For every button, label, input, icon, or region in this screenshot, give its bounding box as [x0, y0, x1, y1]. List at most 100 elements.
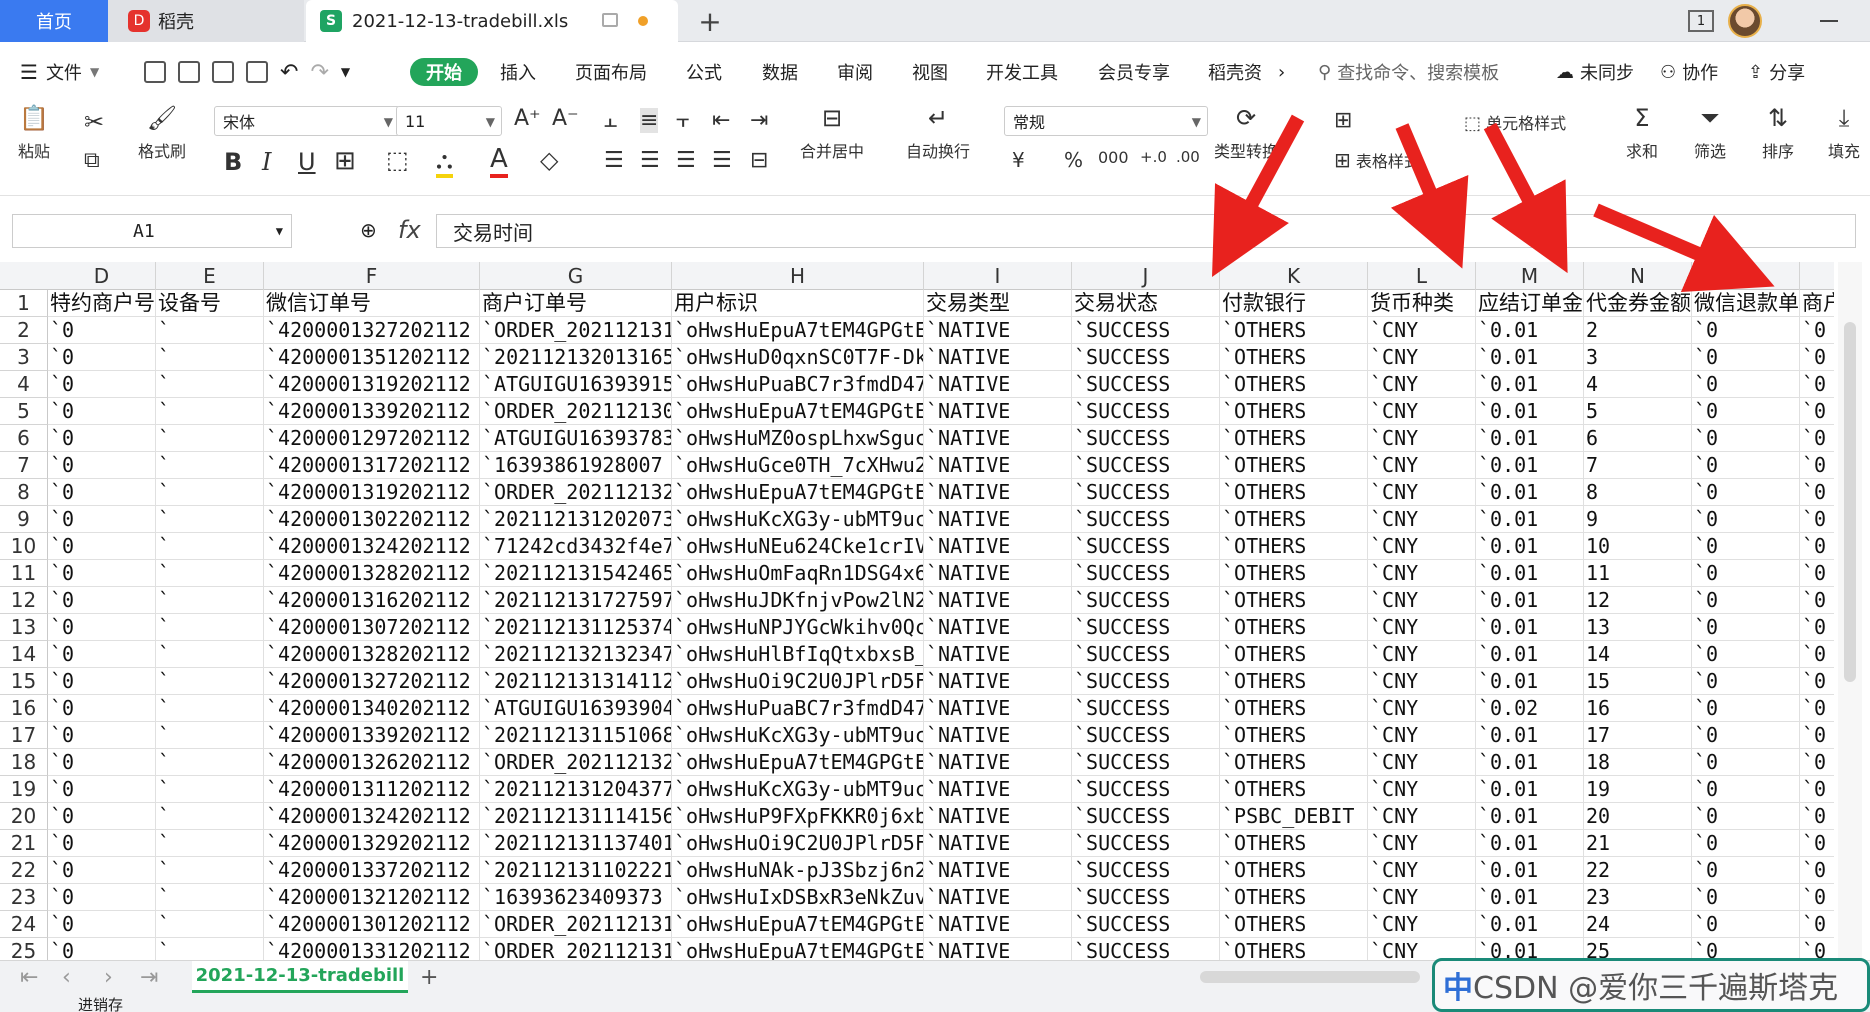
cell-n[interactable]: 13	[1584, 614, 1692, 641]
font-size-select[interactable]: 11 ▼	[396, 106, 502, 136]
italic-button[interactable]: I	[262, 148, 271, 176]
cell-j[interactable]: `SUCCESS	[1072, 641, 1220, 668]
percent-button[interactable]: %	[1064, 148, 1083, 172]
cell-p[interactable]: `0	[1800, 911, 1834, 938]
merge-center-button[interactable]: ⊟ 合并居中	[800, 106, 864, 162]
cell-i[interactable]: `NATIVE	[924, 560, 1072, 587]
cell-o[interactable]: `0	[1692, 857, 1800, 884]
increase-font-icon[interactable]: A⁺	[514, 106, 541, 131]
cell-d[interactable]: `0	[48, 884, 156, 911]
new-tab-button[interactable]: +	[692, 0, 728, 42]
increase-decimal-button[interactable]: +.0	[1140, 148, 1167, 166]
cell-m[interactable]: `0.01	[1476, 884, 1584, 911]
cell-g[interactable]: `ORDER_202112130	[480, 398, 672, 425]
cell-d[interactable]: `0	[48, 776, 156, 803]
cell-i[interactable]: `NATIVE	[924, 479, 1072, 506]
cell-e[interactable]: `	[156, 452, 264, 479]
row-header[interactable]: 21	[0, 830, 48, 857]
cell-o[interactable]: `0	[1692, 668, 1800, 695]
export-icon[interactable]	[178, 61, 200, 83]
cell-h[interactable]: `oHwsHuEpuA7tEM4GPGtE	[672, 479, 924, 506]
cell-i[interactable]: `NATIVE	[924, 911, 1072, 938]
cell-o[interactable]: `0	[1692, 614, 1800, 641]
cell-d[interactable]: `0	[48, 371, 156, 398]
cell-p[interactable]: `0	[1800, 398, 1834, 425]
cell-f[interactable]: `4200001301202112	[264, 911, 480, 938]
cell-k[interactable]: `OTHERS	[1220, 371, 1368, 398]
file-menu[interactable]: ☰ 文件 ▼	[20, 58, 99, 86]
cell-o[interactable]: `0	[1692, 641, 1800, 668]
cell-g[interactable]: `71242cd3432f4e7	[480, 533, 672, 560]
type-convert-button[interactable]: ⟳ 类型转换	[1214, 106, 1278, 162]
filter-button[interactable]: ⏷ 筛选	[1694, 106, 1726, 162]
cell-p[interactable]: `0	[1800, 830, 1834, 857]
cell-n[interactable]: 11	[1584, 560, 1692, 587]
cell-e[interactable]: `	[156, 560, 264, 587]
cell-p[interactable]: `0	[1800, 344, 1834, 371]
cell-j[interactable]: `SUCCESS	[1072, 533, 1220, 560]
cell-k[interactable]: `OTHERS	[1220, 911, 1368, 938]
cell-j[interactable]: `SUCCESS	[1072, 344, 1220, 371]
indent-decrease-icon[interactable]: ⇤	[712, 108, 730, 133]
cell-j[interactable]: `SUCCESS	[1072, 695, 1220, 722]
cell-e[interactable]: `	[156, 938, 264, 962]
cell-p[interactable]: `0	[1800, 749, 1834, 776]
cell-e[interactable]: `	[156, 317, 264, 344]
cell-o[interactable]: `0	[1692, 803, 1800, 830]
cell-o[interactable]: `0	[1692, 344, 1800, 371]
cell-f[interactable]: `4200001324202112	[264, 533, 480, 560]
cell-p[interactable]: `0	[1800, 560, 1834, 587]
cell-p[interactable]: `0	[1800, 587, 1834, 614]
cell-d[interactable]: `0	[48, 803, 156, 830]
cell-o[interactable]: `0	[1692, 830, 1800, 857]
indent-increase-icon[interactable]: ⇥	[750, 108, 768, 133]
column-header[interactable]: G	[480, 262, 672, 290]
cell-k[interactable]: `PSBC_DEBIT	[1220, 803, 1368, 830]
row-header[interactable]: 2	[0, 317, 48, 344]
undo-icon[interactable]: ↶	[280, 60, 298, 85]
conditional-format-icon[interactable]: ⊞	[1334, 108, 1352, 133]
cell-f[interactable]: `4200001297202112	[264, 425, 480, 452]
cell-l[interactable]: `CNY	[1368, 344, 1476, 371]
redo-icon[interactable]: ↷	[310, 60, 328, 85]
cell-l[interactable]: `CNY	[1368, 830, 1476, 857]
cell-l[interactable]: `CNY	[1368, 479, 1476, 506]
cell-h[interactable]: `oHwsHuIxDSBxR3eNkZuv	[672, 884, 924, 911]
cell-o[interactable]: `0	[1692, 317, 1800, 344]
row-header[interactable]: 1	[0, 290, 48, 317]
avatar[interactable]	[1728, 4, 1762, 38]
align-center-icon[interactable]: ☰	[640, 148, 660, 173]
cell-i[interactable]: `NATIVE	[924, 830, 1072, 857]
tab-home[interactable]: 首页	[0, 0, 108, 42]
border-icon[interactable]: ⊞	[334, 146, 356, 176]
cell-k[interactable]: `OTHERS	[1220, 884, 1368, 911]
copy-icon[interactable]: ⧉	[84, 148, 100, 173]
cell-p[interactable]: `0	[1800, 479, 1834, 506]
column-header[interactable]: H	[672, 262, 924, 290]
cell-j[interactable]: `SUCCESS	[1072, 317, 1220, 344]
cell-h[interactable]: `oHwsHuOi9C2U0JPlrD5F	[672, 668, 924, 695]
cell-i[interactable]: `NATIVE	[924, 776, 1072, 803]
cell-i[interactable]: `NATIVE	[924, 668, 1072, 695]
cell-p[interactable]: `0	[1800, 722, 1834, 749]
row-header[interactable]: 13	[0, 614, 48, 641]
cell-k[interactable]: `OTHERS	[1220, 776, 1368, 803]
cell-n[interactable]: 18	[1584, 749, 1692, 776]
cell-e[interactable]: `	[156, 776, 264, 803]
prev-sheet-icon[interactable]: ‹	[62, 965, 71, 990]
cell-p[interactable]: `0	[1800, 857, 1834, 884]
header-cell[interactable]: 特约商户号	[48, 290, 156, 317]
cell-d[interactable]: `0	[48, 911, 156, 938]
cell-h[interactable]: `oHwsHuKcXG3y-ubMT9uc	[672, 776, 924, 803]
name-box[interactable]: A1 ▼	[12, 214, 292, 248]
cell-m[interactable]: `0.01	[1476, 668, 1584, 695]
cell-j[interactable]: `SUCCESS	[1072, 749, 1220, 776]
cell-d[interactable]: `0	[48, 695, 156, 722]
cell-o[interactable]: `0	[1692, 452, 1800, 479]
next-sheet-icon[interactable]: ›	[104, 965, 113, 990]
cell-e[interactable]: `	[156, 803, 264, 830]
cell-m[interactable]: `0.01	[1476, 533, 1584, 560]
cell-n[interactable]: 14	[1584, 641, 1692, 668]
bold-button[interactable]: B	[224, 148, 242, 176]
header-cell[interactable]: 付款银行	[1220, 290, 1368, 317]
